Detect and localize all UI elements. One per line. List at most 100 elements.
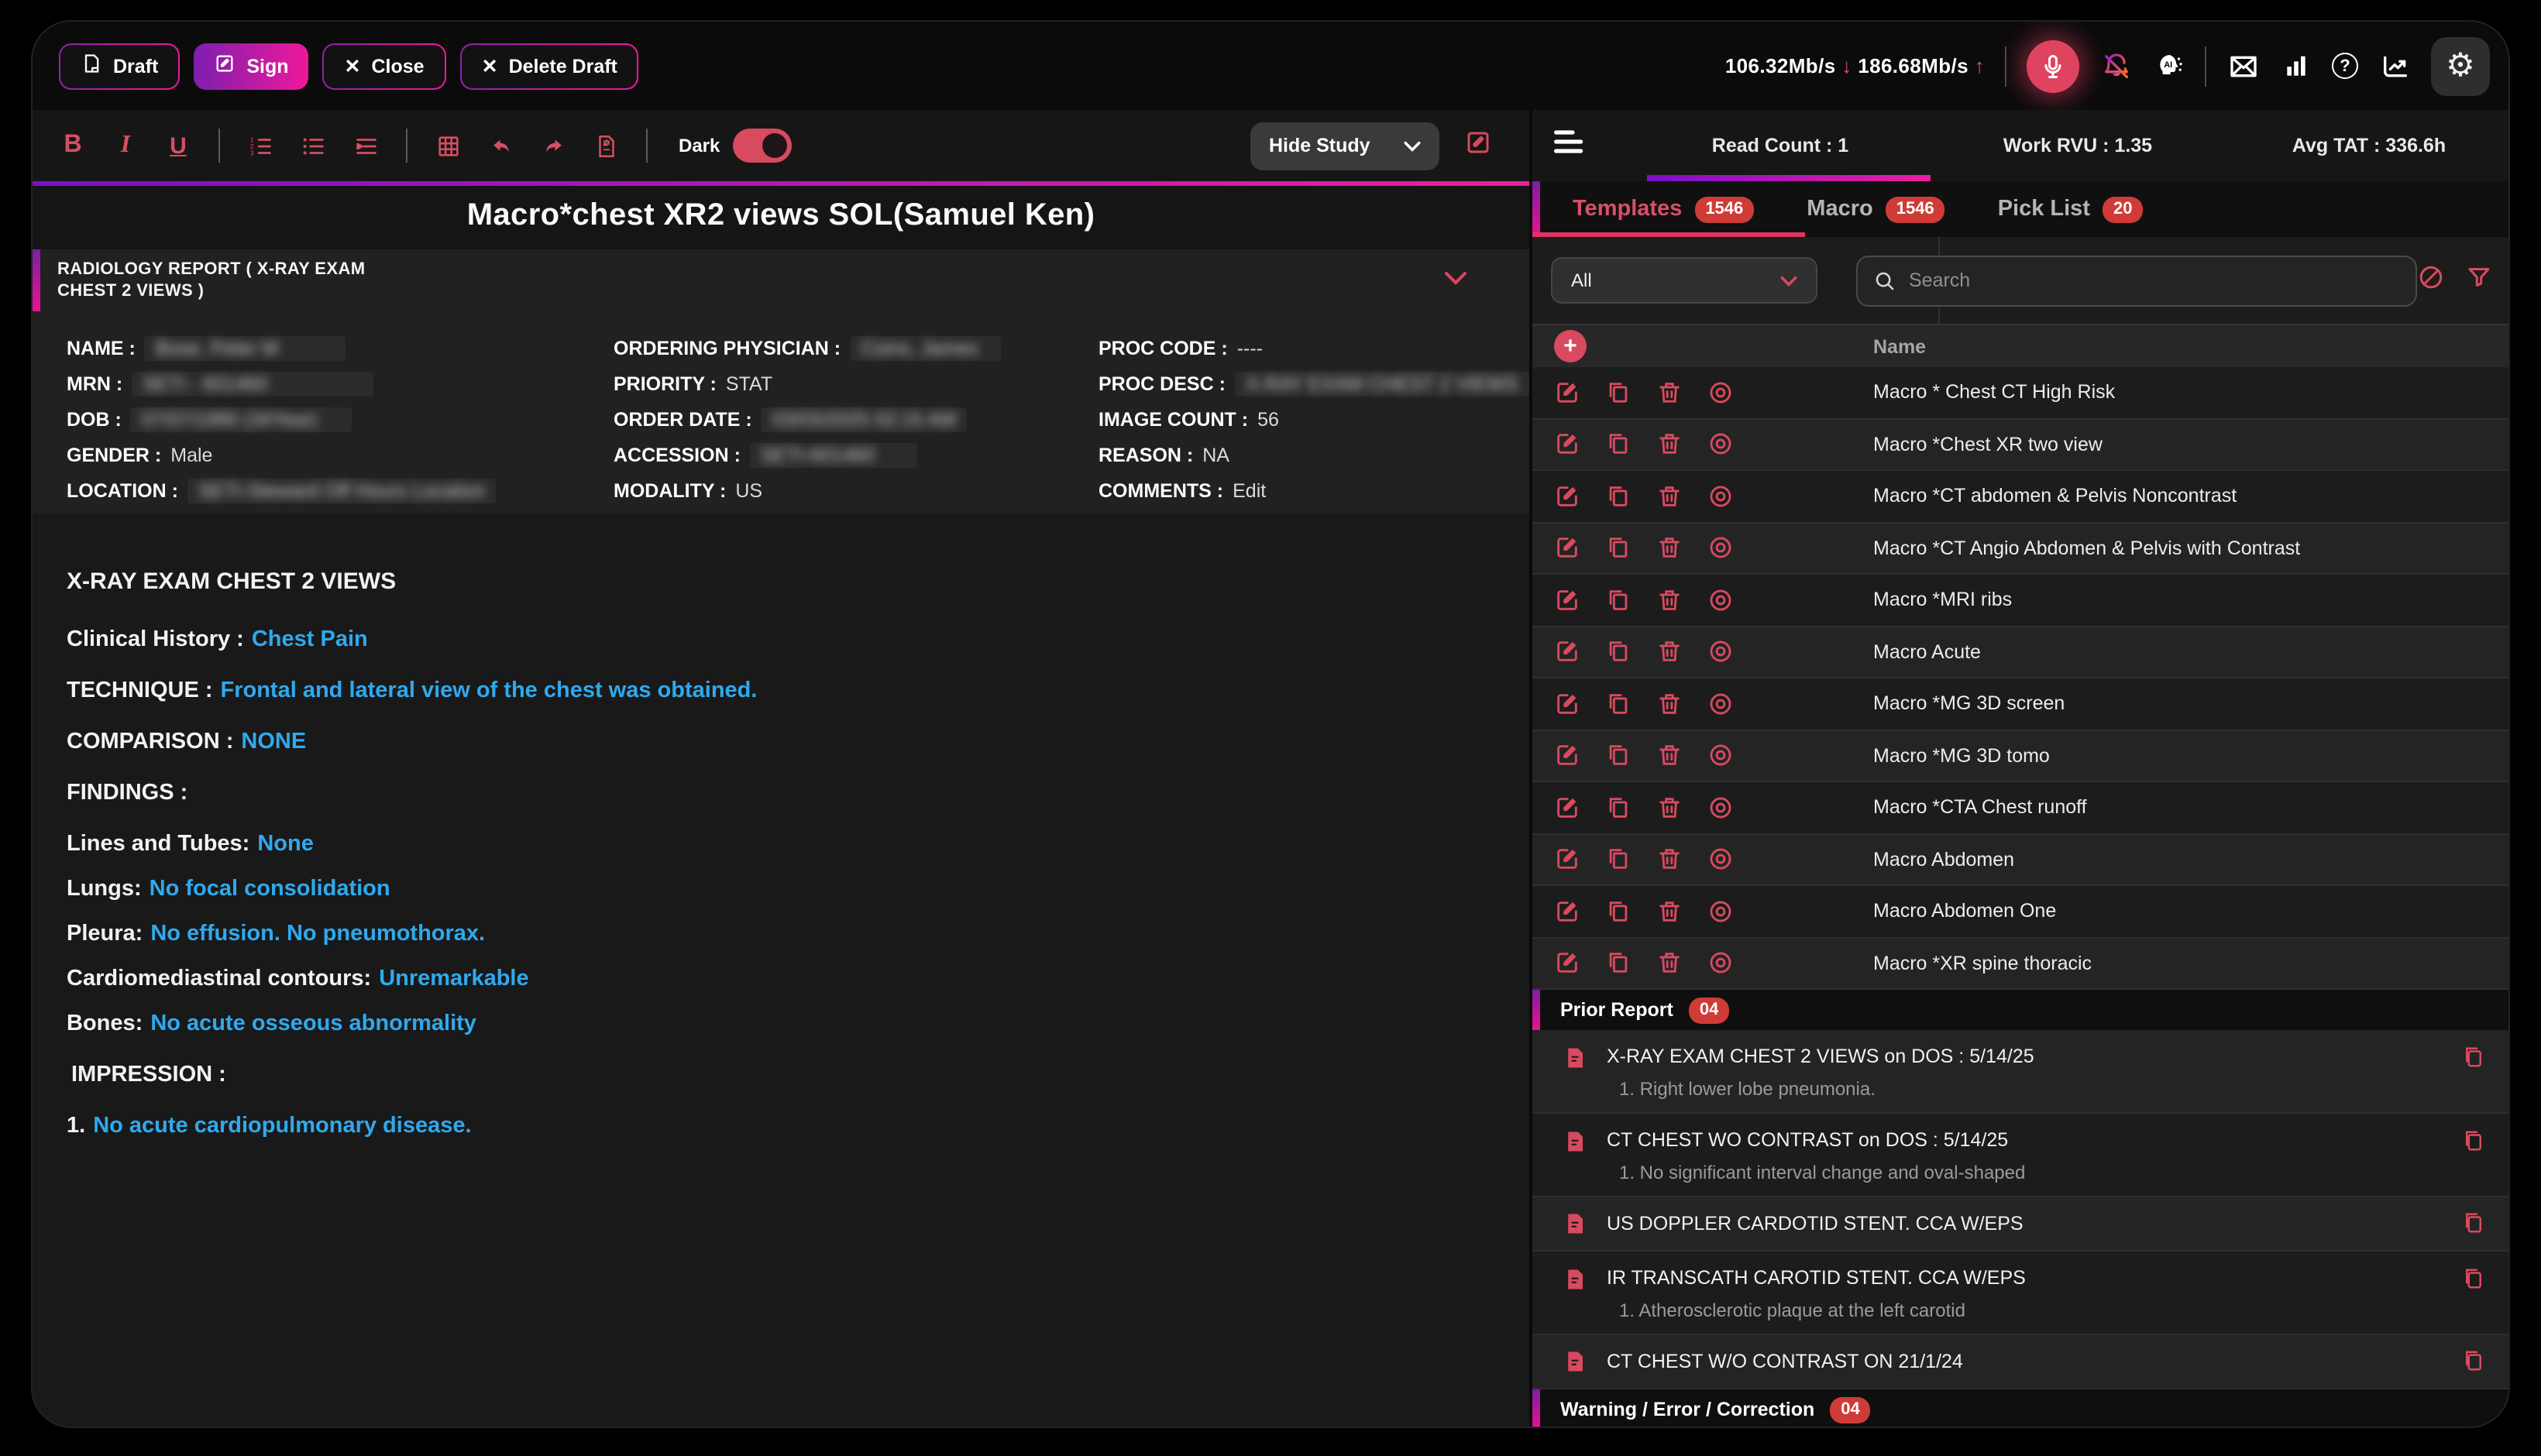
- search-input[interactable]: [1909, 270, 2400, 291]
- edit-icon[interactable]: [1554, 898, 1580, 925]
- bullet-list-button[interactable]: [297, 130, 328, 161]
- view-icon[interactable]: [1707, 950, 1734, 977]
- copy-icon[interactable]: [1605, 587, 1632, 613]
- copy-icon[interactable]: [1605, 743, 1632, 769]
- radiology-report-header[interactable]: RADIOLOGY REPORT ( X-RAY EXAM CHEST 2 VI…: [33, 249, 1529, 311]
- edit-icon[interactable]: [1554, 743, 1580, 769]
- copy-icon[interactable]: [1605, 535, 1632, 561]
- edit-icon[interactable]: [1554, 795, 1580, 821]
- delete-icon[interactable]: [1656, 639, 1683, 665]
- macro-row[interactable]: Macro Abdomen One: [1532, 886, 2508, 938]
- copy-report-icon[interactable]: [2462, 1348, 2485, 1382]
- macro-row[interactable]: Macro *MRI ribs: [1532, 575, 2508, 627]
- underline-button[interactable]: U: [163, 130, 194, 161]
- delete-icon[interactable]: [1656, 950, 1683, 977]
- italic-button[interactable]: I: [110, 130, 141, 161]
- copy-report-icon[interactable]: [2462, 1044, 2485, 1078]
- copy-icon[interactable]: [1605, 795, 1632, 821]
- delete-icon[interactable]: [1656, 431, 1683, 458]
- copy-icon[interactable]: [1605, 431, 1632, 458]
- delete-icon[interactable]: [1656, 483, 1683, 510]
- funnel-filter-icon[interactable]: [2465, 263, 2493, 298]
- copy-icon[interactable]: [1605, 691, 1632, 717]
- bold-button[interactable]: B: [57, 130, 88, 161]
- delete-draft-button[interactable]: ✕ Delete Draft: [460, 43, 639, 89]
- notifications-muted-icon[interactable]: [2099, 50, 2132, 82]
- copy-report-icon[interactable]: [2462, 1265, 2485, 1300]
- macro-row[interactable]: Macro *MG 3D tomo: [1532, 730, 2508, 782]
- delete-icon[interactable]: [1656, 795, 1683, 821]
- prior-report-item[interactable]: US DOPPLER CARDOTID STENT. CCA W/EPS: [1532, 1197, 2508, 1252]
- view-icon[interactable]: [1707, 846, 1734, 873]
- collapse-chevron-icon[interactable]: [1444, 266, 1467, 294]
- view-icon[interactable]: [1707, 379, 1734, 406]
- hide-study-dropdown[interactable]: Hide Study: [1250, 122, 1439, 170]
- prior-report-item[interactable]: CT CHEST W/O CONTRAST ON 21/1/24: [1532, 1335, 2508, 1389]
- macro-row[interactable]: Macro *MG 3D screen: [1532, 678, 2508, 730]
- copy-icon[interactable]: [1605, 379, 1632, 406]
- edit-icon[interactable]: [1554, 950, 1580, 977]
- view-icon[interactable]: [1707, 795, 1734, 821]
- copy-icon[interactable]: [1605, 898, 1632, 925]
- view-icon[interactable]: [1707, 535, 1734, 561]
- delete-icon[interactable]: [1656, 379, 1683, 406]
- copy-icon[interactable]: [1605, 483, 1632, 510]
- help-icon[interactable]: ?: [2332, 53, 2358, 79]
- view-icon[interactable]: [1707, 639, 1734, 665]
- edit-icon[interactable]: [1554, 431, 1580, 458]
- warning-error-correction-header[interactable]: Warning / Error / Correction 04: [1532, 1389, 2508, 1428]
- delete-icon[interactable]: [1656, 846, 1683, 873]
- settings-button[interactable]: ⚙: [2431, 36, 2490, 95]
- indent-button[interactable]: [350, 130, 381, 161]
- mail-icon[interactable]: [2226, 50, 2259, 82]
- macro-row[interactable]: Macro *CT Angio Abdomen & Pelvis with Co…: [1532, 523, 2508, 575]
- add-macro-button[interactable]: +: [1554, 330, 1587, 362]
- prior-report-header[interactable]: Prior Report 04: [1532, 990, 2508, 1030]
- copy-icon[interactable]: [1605, 639, 1632, 665]
- edit-icon[interactable]: [1554, 535, 1580, 561]
- tab-templates[interactable]: Templates 1546: [1573, 196, 1754, 222]
- tab-pick-list[interactable]: Pick List 20: [1998, 196, 2144, 222]
- copy-report-icon[interactable]: [2462, 1128, 2485, 1162]
- delete-icon[interactable]: [1656, 743, 1683, 769]
- category-select[interactable]: All: [1551, 257, 1817, 304]
- delete-icon[interactable]: [1656, 535, 1683, 561]
- delete-icon[interactable]: [1656, 587, 1683, 613]
- redo-button[interactable]: [538, 130, 569, 161]
- edit-icon[interactable]: [1554, 846, 1580, 873]
- view-icon[interactable]: [1707, 691, 1734, 717]
- edit-report-button[interactable]: [1464, 128, 1492, 163]
- copy-icon[interactable]: [1605, 950, 1632, 977]
- close-button[interactable]: ✕ Close: [323, 43, 446, 89]
- ordered-list-button[interactable]: 123: [245, 130, 276, 161]
- prior-report-item[interactable]: X-RAY EXAM CHEST 2 VIEWS on DOS : 5/14/2…: [1532, 1030, 2508, 1114]
- edit-icon[interactable]: [1554, 691, 1580, 717]
- menu-icon[interactable]: [1554, 130, 1583, 161]
- edit-icon[interactable]: [1554, 483, 1580, 510]
- macro-row[interactable]: Macro Acute: [1532, 627, 2508, 678]
- draft-button[interactable]: Draft: [59, 43, 180, 89]
- paste-document-button[interactable]: [590, 130, 621, 161]
- macro-row[interactable]: Macro *CTA Chest runoff: [1532, 782, 2508, 834]
- ai-assistant-icon[interactable]: AI: [2152, 50, 2185, 82]
- macro-row[interactable]: Macro Abdomen: [1532, 834, 2508, 886]
- copy-icon[interactable]: [1605, 846, 1632, 873]
- insert-table-button[interactable]: [432, 130, 463, 161]
- comments-edit-link[interactable]: Edit: [1233, 479, 1266, 501]
- view-icon[interactable]: [1707, 587, 1734, 613]
- edit-icon[interactable]: [1554, 379, 1580, 406]
- clear-filter-icon[interactable]: [2417, 263, 2445, 298]
- view-icon[interactable]: [1707, 743, 1734, 769]
- tab-macro[interactable]: Macro 1546: [1807, 196, 1944, 222]
- report-body[interactable]: X-RAY EXAM CHEST 2 VIEWS Clinical Histor…: [33, 513, 1529, 1142]
- prior-report-item[interactable]: CT CHEST WO CONTRAST on DOS : 5/14/25 1.…: [1532, 1114, 2508, 1197]
- delete-icon[interactable]: [1656, 898, 1683, 925]
- copy-report-icon[interactable]: [2462, 1210, 2485, 1244]
- view-icon[interactable]: [1707, 898, 1734, 925]
- macro-row[interactable]: Macro * Chest CT High Risk: [1532, 367, 2508, 419]
- edit-icon[interactable]: [1554, 639, 1580, 665]
- macro-row[interactable]: Macro *XR spine thoracic: [1532, 938, 2508, 990]
- dark-mode-toggle[interactable]: [732, 129, 791, 163]
- macro-row[interactable]: Macro *CT abdomen & Pelvis Noncontrast: [1532, 471, 2508, 523]
- prior-report-item[interactable]: IR TRANSCATH CAROTID STENT. CCA W/EPS 1.…: [1532, 1252, 2508, 1335]
